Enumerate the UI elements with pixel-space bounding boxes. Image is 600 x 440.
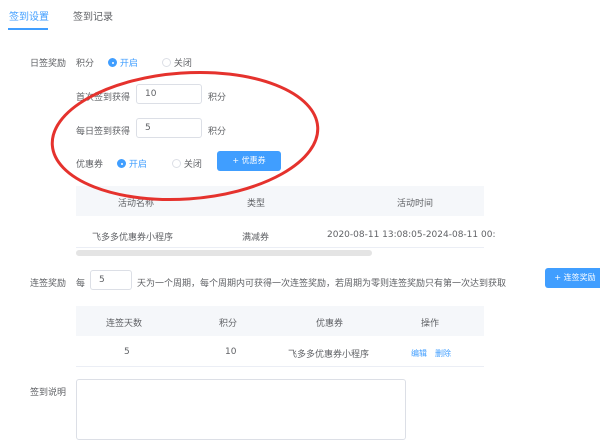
active-tab-indicator (8, 28, 48, 30)
tab-checkin-settings[interactable]: 签到设置 (9, 8, 49, 23)
first-checkin-unit: 积分 (208, 93, 227, 103)
radio-checked-icon (108, 58, 117, 67)
streak-table-divider (76, 366, 484, 367)
coupon-col-name: 活动名称 (118, 199, 155, 209)
first-checkin-label: 首次签到获得 (76, 93, 131, 103)
streak-days-input[interactable]: 5 (90, 270, 132, 290)
points-off-label: 关闭 (173, 59, 192, 69)
coupon-row-name: 飞多多优惠券小程序 (92, 233, 174, 243)
streak-reward-label: 连签奖励 (30, 279, 67, 289)
checkin-description-textarea[interactable] (76, 379, 406, 440)
coupon-label: 优惠券 (76, 160, 104, 170)
checkin-description-label: 签到说明 (30, 388, 67, 398)
points-off-radio[interactable]: 关闭 (162, 56, 192, 69)
daily-checkin-unit: 积分 (208, 127, 227, 137)
first-checkin-points-input[interactable]: 10 (136, 84, 202, 104)
streak-row-days: 5 (124, 347, 130, 357)
tab-checkin-records[interactable]: 签到记录 (73, 8, 113, 23)
coupon-row-type: 满减券 (242, 233, 270, 243)
points-on-radio[interactable]: 开启 (108, 56, 138, 69)
coupon-col-type: 类型 (247, 199, 266, 209)
coupon-col-time: 活动时间 (397, 199, 434, 209)
coupon-off-radio[interactable]: 关闭 (172, 157, 202, 170)
add-streak-reward-button[interactable]: + 连签奖励 (545, 268, 600, 288)
daily-checkin-points-input[interactable]: 5 (136, 118, 202, 138)
radio-unchecked-icon (162, 58, 171, 67)
add-coupon-button[interactable]: + 优惠券 (217, 151, 281, 171)
coupon-off-label: 关闭 (183, 160, 202, 170)
daily-reward-label: 日签奖励 (30, 59, 67, 69)
streak-col-actions: 操作 (421, 319, 440, 329)
daily-checkin-label: 每日签到获得 (76, 127, 131, 137)
coupon-on-label: 开启 (128, 160, 147, 170)
streak-row-points: 10 (225, 347, 237, 357)
coupon-table-divider (76, 247, 484, 248)
streak-every-label: 每 (76, 279, 86, 289)
streak-row-coupon: 飞多多优惠券小程序 (288, 350, 370, 360)
streak-col-points: 积分 (219, 319, 238, 329)
coupon-table-scrollbar[interactable] (76, 250, 372, 256)
streak-delete-link[interactable]: 删除 (435, 348, 451, 359)
points-label: 积分 (76, 59, 95, 69)
streak-description: 天为一个周期，每个周期内可获得一次连签奖励，若周期为零则连签奖励只有第一次达到获… (137, 279, 507, 289)
streak-col-coupon: 优惠券 (316, 319, 344, 329)
streak-col-days: 连签天数 (106, 319, 143, 329)
streak-edit-link[interactable]: 编辑 (411, 348, 427, 359)
coupon-on-radio[interactable]: 开启 (117, 157, 147, 170)
radio-checked-icon (117, 159, 126, 168)
points-on-label: 开启 (119, 59, 138, 69)
coupon-row-time: 2020-08-11 13:08:05-2024-08-11 00: (327, 230, 496, 240)
radio-unchecked-icon (172, 159, 181, 168)
